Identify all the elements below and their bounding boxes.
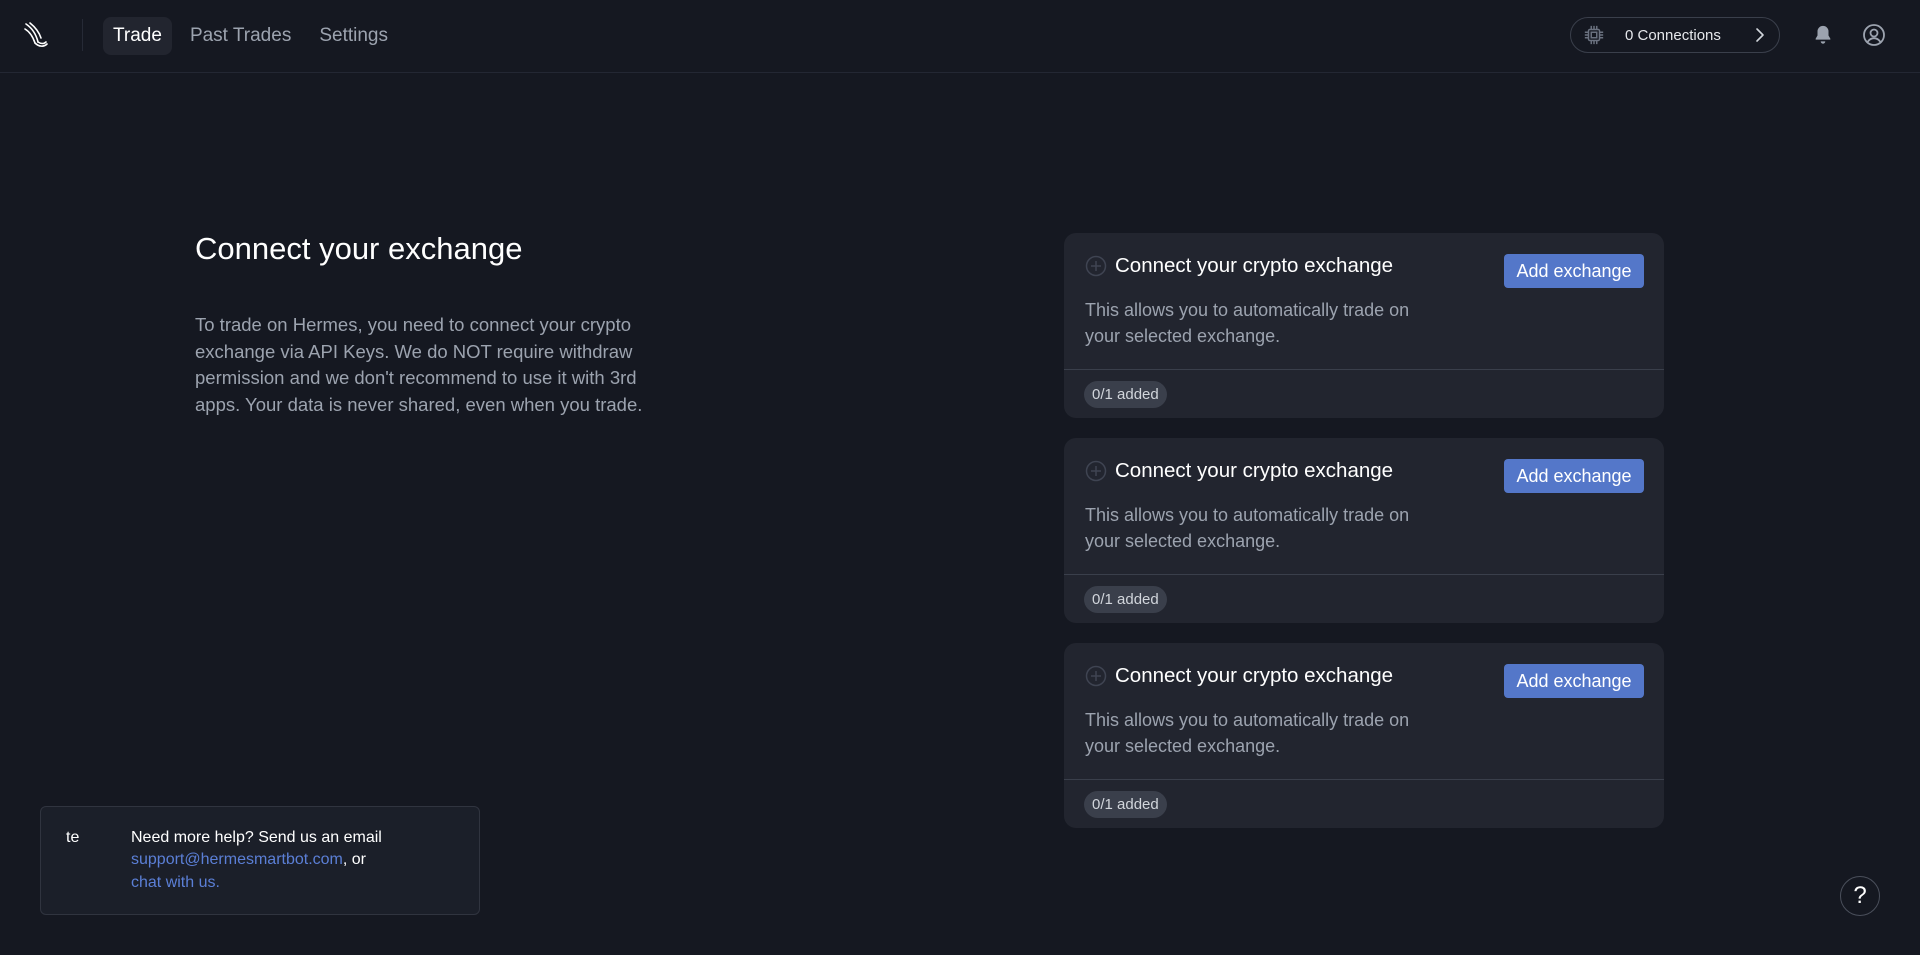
- main-nav: Trade Past Trades Settings: [103, 17, 398, 55]
- card-title: Connect your crypto exchange: [1115, 254, 1394, 277]
- nav-tab-past-trades[interactable]: Past Trades: [180, 17, 301, 55]
- intro-description: To trade on Hermes, you need to connect …: [195, 314, 643, 415]
- added-count-badge: 0/1 added: [1084, 381, 1167, 408]
- help-chat-line: chat with us.: [131, 874, 220, 892]
- card-divider: [1064, 779, 1664, 780]
- chevron-right-icon: [1756, 28, 1764, 42]
- add-exchange-button[interactable]: Add exchange: [1504, 664, 1644, 698]
- cpu-chip-icon: [1584, 25, 1604, 45]
- page-title: Connect your exchange: [195, 231, 523, 266]
- support-email-link[interactable]: support@hermesmartbot.com: [131, 851, 343, 868]
- hermes-logo-icon[interactable]: [22, 20, 50, 50]
- exchange-card: Connect your crypto exchange This allows…: [1064, 438, 1664, 623]
- help-button[interactable]: ?: [1840, 876, 1880, 916]
- user-profile-icon[interactable]: [1862, 23, 1886, 47]
- help-box: te Need more help? Send us an email supp…: [40, 806, 480, 915]
- card-title: Connect your crypto exchange: [1115, 459, 1394, 482]
- help-prefix-text: te: [66, 829, 80, 846]
- card-title: Connect your crypto exchange: [1115, 664, 1394, 687]
- bell-icon[interactable]: [1812, 24, 1834, 46]
- add-exchange-button[interactable]: Add exchange: [1504, 459, 1644, 493]
- top-nav-bar: Trade Past Trades Settings 0 Connections: [0, 0, 1920, 73]
- connections-button[interactable]: 0 Connections: [1570, 17, 1780, 53]
- added-count-badge: 0/1 added: [1084, 791, 1167, 818]
- card-description: This allows you to automatically trade o…: [1085, 505, 1410, 551]
- card-description: This allows you to automatically trade o…: [1085, 710, 1410, 756]
- plus-circle-icon: [1085, 255, 1107, 277]
- nav-tab-settings[interactable]: Settings: [309, 17, 398, 55]
- exchange-card: Connect your crypto exchange This allows…: [1064, 643, 1664, 828]
- help-or-text: , or: [342, 851, 366, 868]
- add-exchange-button[interactable]: Add exchange: [1504, 254, 1644, 288]
- exchange-cards: Connect your crypto exchange This allows…: [1064, 233, 1664, 848]
- help-text: Need more help? Send us an email: [131, 829, 382, 846]
- chat-with-us-link[interactable]: chat with us.: [131, 874, 220, 891]
- exchange-card: Connect your crypto exchange This allows…: [1064, 233, 1664, 418]
- plus-circle-icon: [1085, 460, 1107, 482]
- card-description: This allows you to automatically trade o…: [1085, 300, 1410, 346]
- plus-circle-icon: [1085, 665, 1107, 687]
- card-divider: [1064, 369, 1664, 370]
- help-email-line: support@hermesmartbot.com, or: [131, 851, 366, 869]
- nav-tab-trade[interactable]: Trade: [103, 17, 172, 55]
- connections-label: 0 Connections: [1625, 26, 1721, 44]
- card-divider: [1064, 574, 1664, 575]
- added-count-badge: 0/1 added: [1084, 586, 1167, 613]
- header-divider: [82, 19, 83, 51]
